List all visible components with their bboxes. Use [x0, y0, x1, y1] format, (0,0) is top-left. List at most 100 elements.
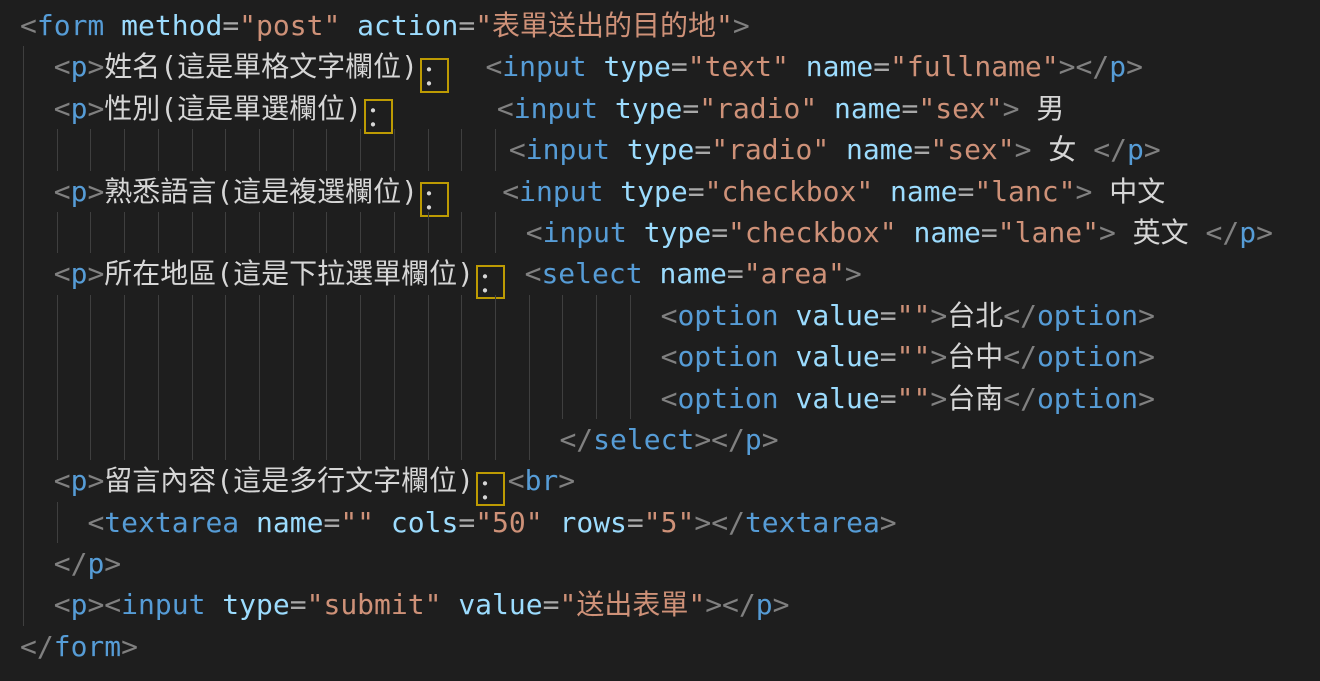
- token-punctuation: <: [54, 50, 71, 83]
- token-indent: [20, 506, 87, 539]
- code-line[interactable]: <p>性別(這是單選欄位)： <input type="radio" name=…: [0, 88, 1320, 129]
- code-line[interactable]: <p>留言內容(這是多行文字欄位)：<br>: [0, 460, 1320, 501]
- token-equals: =: [981, 216, 998, 249]
- indent-guide: [495, 378, 496, 419]
- indent-guide: [225, 336, 226, 377]
- indent-guide: [90, 378, 91, 419]
- indent-guide: [259, 295, 260, 336]
- code-line[interactable]: <p><input type="submit" value="送出表單"></p…: [0, 584, 1320, 625]
- code-line[interactable]: </select></p>: [0, 419, 1320, 460]
- token-attribute-name: value: [441, 588, 542, 621]
- indent-guide: [124, 129, 125, 170]
- token-equals: =: [290, 588, 307, 621]
- token-tag-name: p: [71, 464, 88, 497]
- indent-guide: [360, 212, 361, 253]
- indent-guide: [259, 212, 260, 253]
- indent-guide: [562, 295, 563, 336]
- token-tag-name: option: [1037, 299, 1138, 332]
- indent-guide: [90, 212, 91, 253]
- token-tag-name: input: [519, 175, 603, 208]
- indent-guide: [326, 129, 327, 170]
- token-tag-name: p: [745, 423, 762, 456]
- code-line[interactable]: <input type="checkbox" name="lane"> 英文 <…: [0, 212, 1320, 253]
- token-punctuation: >: [1099, 216, 1116, 249]
- indent-guide: [124, 419, 125, 460]
- indent-guide: [259, 419, 260, 460]
- code-line[interactable]: <p>姓名(這是單格文字欄位)： <input type="text" name…: [0, 46, 1320, 87]
- token-whitespace: [396, 92, 497, 125]
- indent-guide: [529, 378, 530, 419]
- token-text: 性別(這是單選欄位): [104, 92, 362, 125]
- token-punctuation: </: [1003, 382, 1037, 415]
- indent-guide: [293, 212, 294, 253]
- code-line[interactable]: <option value="">台中</option>: [0, 336, 1320, 377]
- indent-guide: [192, 378, 193, 419]
- token-indent: [20, 257, 54, 290]
- code-line[interactable]: <input type="radio" name="sex"> 女 </p>: [0, 129, 1320, 170]
- indent-guide: [394, 129, 395, 170]
- token-punctuation: <: [20, 9, 37, 42]
- token-equals: =: [902, 92, 919, 125]
- token-punctuation: <: [525, 257, 542, 290]
- token-string: "area": [744, 257, 845, 290]
- token-punctuation: >: [1126, 50, 1143, 83]
- indent-guide: [225, 419, 226, 460]
- indent-guide: [630, 295, 631, 336]
- token-punctuation: <: [508, 464, 525, 497]
- token-tag-name: input: [121, 588, 205, 621]
- code-line[interactable]: </p>: [0, 543, 1320, 584]
- token-punctuation: >: [121, 630, 138, 663]
- token-punctuation: ></: [694, 506, 745, 539]
- indent-guide: [293, 419, 294, 460]
- token-equals: =: [727, 257, 744, 290]
- indent-guide: [428, 378, 429, 419]
- token-punctuation: ></: [705, 588, 756, 621]
- token-punctuation: >: [1138, 382, 1155, 415]
- token-text: 台南: [947, 382, 1003, 415]
- token-equals: =: [627, 506, 644, 539]
- token-equals: =: [323, 506, 340, 539]
- token-tag-name: option: [677, 299, 778, 332]
- indent-guide: [158, 336, 159, 377]
- indent-guide: [23, 295, 24, 336]
- indent-guide: [394, 336, 395, 377]
- token-text: 男: [1020, 92, 1065, 125]
- token-string: "送出表單": [559, 588, 705, 621]
- code-line[interactable]: <p>熟悉語言(這是複選欄位)： <input type="checkbox" …: [0, 171, 1320, 212]
- code-line[interactable]: <form method="post" action="表單送出的目的地">: [0, 5, 1320, 46]
- token-string: "表單送出的目的地": [475, 9, 733, 42]
- token-punctuation: >: [773, 588, 790, 621]
- token-attribute-name: name: [829, 133, 913, 166]
- token-tag-name: option: [677, 382, 778, 415]
- indent-guide: [461, 295, 462, 336]
- indent-guide: [428, 419, 429, 460]
- token-tag-name: option: [1037, 382, 1138, 415]
- indent-guide: [57, 419, 58, 460]
- token-attribute-name: name: [897, 216, 981, 249]
- token-tag-name: br: [525, 464, 559, 497]
- code-line[interactable]: <p>所在地區(這是下拉選單欄位)： <select name="area">: [0, 253, 1320, 294]
- token-punctuation: >: [930, 382, 947, 415]
- indent-guide: [158, 378, 159, 419]
- code-line[interactable]: </form>: [0, 626, 1320, 667]
- indent-guide: [225, 129, 226, 170]
- code-editor[interactable]: <form method="post" action="表單送出的目的地"> <…: [0, 0, 1320, 681]
- indent-guide: [326, 378, 327, 419]
- indent-guide: [23, 460, 24, 501]
- token-punctuation: >: [1138, 340, 1155, 373]
- code-line[interactable]: <option value="">台北</option>: [0, 295, 1320, 336]
- indent-guide: [293, 336, 294, 377]
- indent-guide: [596, 295, 597, 336]
- token-string: "sex": [918, 92, 1002, 125]
- token-attribute-name: value: [779, 340, 880, 373]
- token-punctuation: <: [526, 216, 543, 249]
- code-line[interactable]: <textarea name="" cols="50" rows="5"></t…: [0, 502, 1320, 543]
- indent-guide: [124, 378, 125, 419]
- indent-guide: [428, 212, 429, 253]
- token-string: "lane": [998, 216, 1099, 249]
- code-line[interactable]: <option value="">台南</option>: [0, 378, 1320, 419]
- token-punctuation: </: [20, 630, 54, 663]
- indent-guide: [326, 212, 327, 253]
- indent-guide: [428, 336, 429, 377]
- indent-guide: [225, 378, 226, 419]
